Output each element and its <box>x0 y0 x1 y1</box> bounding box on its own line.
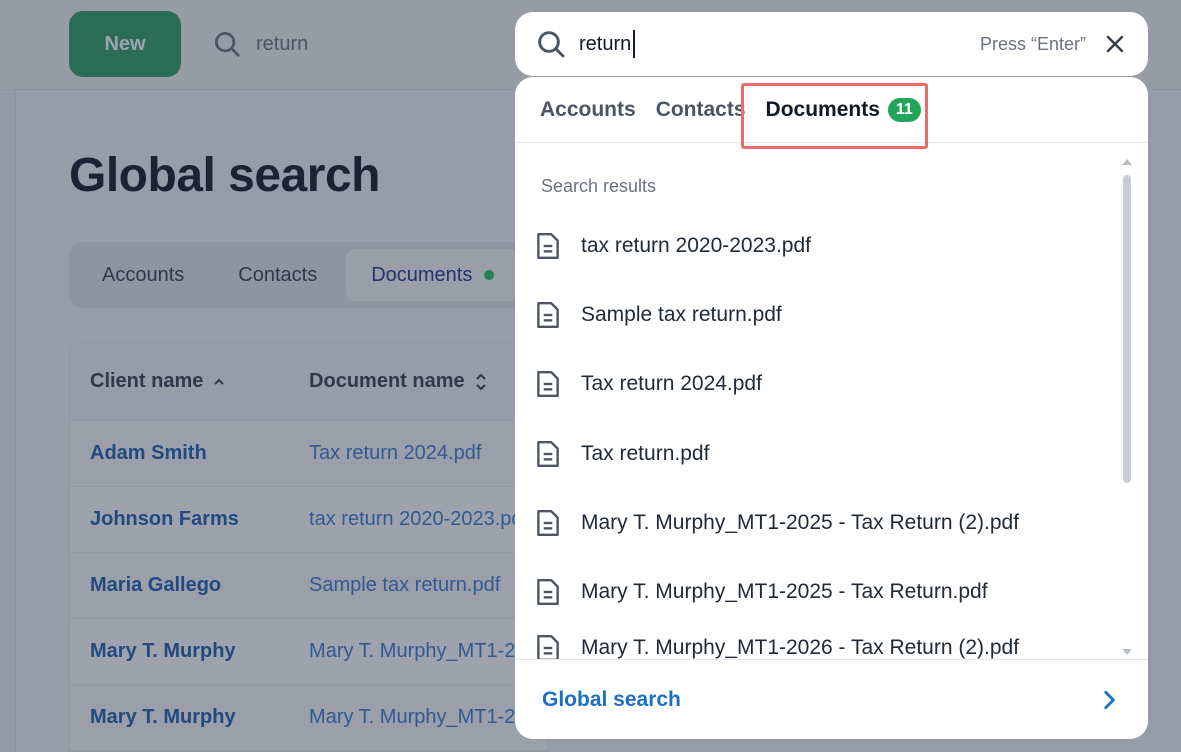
tab-accounts[interactable]: Accounts <box>540 98 636 122</box>
tab-documents-label: Documents <box>765 97 880 121</box>
close-icon <box>1106 35 1124 53</box>
document-icon <box>537 579 559 605</box>
result-name: Sample tax return.pdf <box>581 303 782 326</box>
document-icon <box>537 510 559 536</box>
result-item[interactable]: Tax return 2024.pdf <box>535 360 762 408</box>
global-search-box: Press “Enter” <box>515 12 1148 76</box>
result-name: Tax return.pdf <box>581 442 710 465</box>
enter-hint: Press “Enter” <box>979 33 1086 54</box>
result-item[interactable]: Mary T. Murphy_MT1-2026 - Tax Return (2)… <box>535 624 1019 659</box>
clear-search-button[interactable] <box>1102 31 1128 57</box>
result-name: Mary T. Murphy_MT1-2026 - Tax Return (2)… <box>581 636 1020 659</box>
document-icon <box>537 371 559 397</box>
result-item[interactable]: Sample tax return.pdf <box>535 291 782 339</box>
scroll-up-arrow[interactable] <box>1122 159 1132 165</box>
global-search-link-label: Global search <box>542 687 681 711</box>
result-name: Mary T. Murphy_MT1-2025 - Tax Return.pdf <box>581 580 988 603</box>
scroll-thumb[interactable] <box>1123 175 1131 483</box>
search-icon <box>538 31 565 58</box>
chevron-right-icon <box>1104 690 1115 709</box>
results-label: Search results <box>541 176 657 196</box>
search-tabs: Accounts Contacts Documents 11 <box>515 77 1148 143</box>
tab-contacts[interactable]: Contacts <box>656 98 746 122</box>
scroll-down-arrow[interactable] <box>1122 649 1132 655</box>
search-results-list: Search results tax return 2020-2023.pdf … <box>515 144 1148 659</box>
documents-count-badge: 11 <box>887 97 921 122</box>
result-name: Mary T. Murphy_MT1-2025 - Tax Return (2)… <box>581 511 1020 534</box>
tab-documents[interactable]: Documents 11 <box>765 97 921 122</box>
document-icon <box>537 635 559 659</box>
document-icon <box>537 302 559 328</box>
result-name: Tax return 2024.pdf <box>581 372 762 395</box>
result-item[interactable]: Tax return.pdf <box>535 430 709 478</box>
result-item[interactable]: Mary T. Murphy_MT1-2025 - Tax Return.pdf <box>535 568 988 616</box>
result-item[interactable]: Mary T. Murphy_MT1-2025 - Tax Return (2)… <box>535 499 1019 547</box>
text-caret <box>633 30 635 58</box>
global-search-link[interactable]: Global search <box>515 659 1148 739</box>
document-icon <box>537 233 559 259</box>
results-scrollbar[interactable] <box>1120 159 1134 657</box>
result-name: tax return 2020-2023.pdf <box>581 234 811 257</box>
result-item[interactable]: tax return 2020-2023.pdf <box>535 222 811 270</box>
search-input[interactable] <box>579 32 980 56</box>
search-dropdown: Accounts Contacts Documents 11 Search re… <box>515 77 1148 739</box>
document-icon <box>537 441 559 467</box>
